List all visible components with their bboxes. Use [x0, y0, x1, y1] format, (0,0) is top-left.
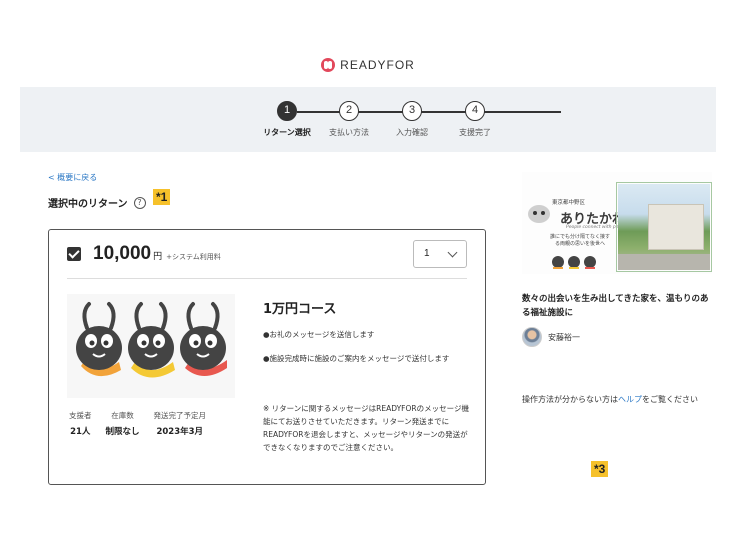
readyfor-logo-icon — [321, 58, 336, 72]
return-image — [67, 294, 235, 398]
step-4-label: 支援完了 — [459, 128, 491, 137]
quantity-select[interactable]: 1 — [413, 240, 467, 268]
stat-label: 支援者 — [69, 411, 92, 420]
chevron-down-icon — [447, 247, 458, 258]
help-icon[interactable]: ? — [133, 196, 146, 209]
system-fee-note: +システム利用料 — [166, 253, 221, 261]
step-4: 4 支援完了 — [435, 101, 515, 138]
brand-name: READYFOR — [340, 58, 415, 72]
help-prefix: 操作方法が分からない方は — [522, 395, 618, 404]
ant-mascots-illustration — [76, 302, 227, 378]
stat-stock: 在庫数 制限なし — [106, 410, 140, 437]
stat-label: 在庫数 — [111, 411, 134, 420]
annotation-marker-3: *3 — [591, 461, 609, 477]
stat-value: 21人 — [70, 427, 91, 437]
step-1-number: 1 — [277, 101, 297, 121]
step-2-number: 2 — [339, 101, 359, 121]
project-thumbnail[interactable]: 東京都中野区 ありたかね People connect with people … — [522, 172, 712, 274]
return-bullet-1: ●お礼のメッセージを送信します — [263, 330, 375, 339]
card-divider — [67, 278, 467, 279]
project-author: 安藤裕一 — [522, 327, 580, 347]
back-to-overview-link[interactable]: < 概要に戻る — [48, 172, 97, 183]
selected-return-heading: 選択中のリターン ? — [48, 195, 146, 210]
return-price: 10,000 円 +システム利用料 — [93, 243, 221, 265]
avatar — [522, 327, 542, 347]
author-name: 安藤裕一 — [548, 332, 580, 342]
quantity-value: 1 — [424, 248, 430, 259]
return-card: 10,000 円 +システム利用料 1 支援者 21人 在庫数 制限なし 発送完… — [48, 229, 486, 485]
stat-supporters: 支援者 21人 — [69, 410, 92, 437]
return-stats: 支援者 21人 在庫数 制限なし 発送完了予定月 2023年3月 — [69, 410, 206, 437]
price-amount: 10,000 — [93, 243, 152, 264]
section-title-text: 選択中のリターン — [48, 199, 128, 210]
return-checkbox[interactable] — [67, 247, 81, 261]
help-suffix: をご覧ください — [642, 395, 698, 404]
stat-value: 2023年3月 — [156, 427, 204, 437]
thumbnail-copy: 誰にでも分け隔てなく接する両親の思いを後世へ — [550, 234, 611, 247]
course-title: 1万円コース — [263, 302, 337, 317]
step-3-number: 3 — [402, 101, 422, 121]
building-photo — [618, 184, 710, 270]
progress-stepper: 1 リターン選択 2 支払い方法 3 入力確認 4 支援完了 — [20, 87, 716, 152]
stat-label: 発送完了予定月 — [153, 411, 207, 420]
project-title[interactable]: 数々の出会いを生み出してきた家を、温もりのある福祉施設に — [522, 292, 716, 320]
stat-delivery: 発送完了予定月 2023年3月 — [154, 410, 207, 437]
step-4-number: 4 — [465, 101, 485, 121]
mini-ants-icon — [552, 256, 596, 269]
return-bullet-2: ●施設完成時に施設のご案内をメッセージで送付します — [263, 354, 450, 363]
annotation-marker-1: *1 — [153, 189, 171, 205]
return-notice: ※ リターンに関するメッセージはREADYFORのメッセージ機能にてお送りさせて… — [263, 404, 469, 452]
help-link[interactable]: ヘルプ — [618, 395, 642, 404]
price-unit: 円 — [153, 252, 163, 262]
thumbnail-location: 東京都中野区 — [552, 200, 586, 206]
help-message: 操作方法が分からない方はヘルプをご覧ください — [522, 394, 698, 405]
readyfor-logo[interactable]: READYFOR — [0, 58, 736, 72]
mascot-icon — [528, 205, 550, 223]
stat-value: 制限なし — [105, 427, 140, 437]
